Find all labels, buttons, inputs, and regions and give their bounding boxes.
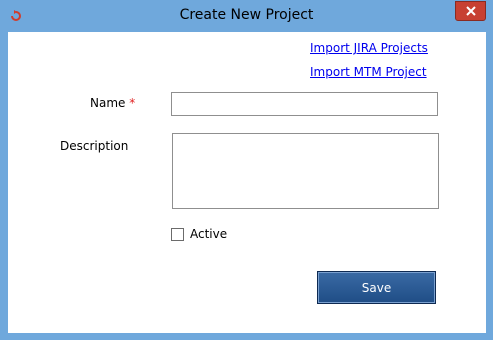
active-label: Active [190, 227, 228, 241]
close-icon [465, 6, 476, 16]
name-input[interactable] [171, 92, 438, 116]
import-mtm-link[interactable]: Import MTM Project [310, 65, 427, 79]
name-label-text: Name [90, 96, 126, 110]
description-textarea[interactable] [172, 133, 439, 209]
create-project-window: Create New Project Import JIRA Projects … [0, 0, 493, 340]
close-button[interactable] [455, 1, 486, 21]
required-marker: * [129, 96, 136, 110]
dialog-body: Import JIRA Projects Import MTM Project … [8, 32, 486, 333]
save-button[interactable]: Save [317, 271, 436, 304]
window-title: Create New Project [179, 7, 314, 23]
title-bar: Create New Project [0, 0, 493, 32]
description-label: Description [60, 139, 129, 153]
import-jira-link[interactable]: Import JIRA Projects [310, 41, 428, 55]
active-checkbox[interactable] [171, 228, 184, 241]
name-label: Name * [90, 96, 135, 110]
